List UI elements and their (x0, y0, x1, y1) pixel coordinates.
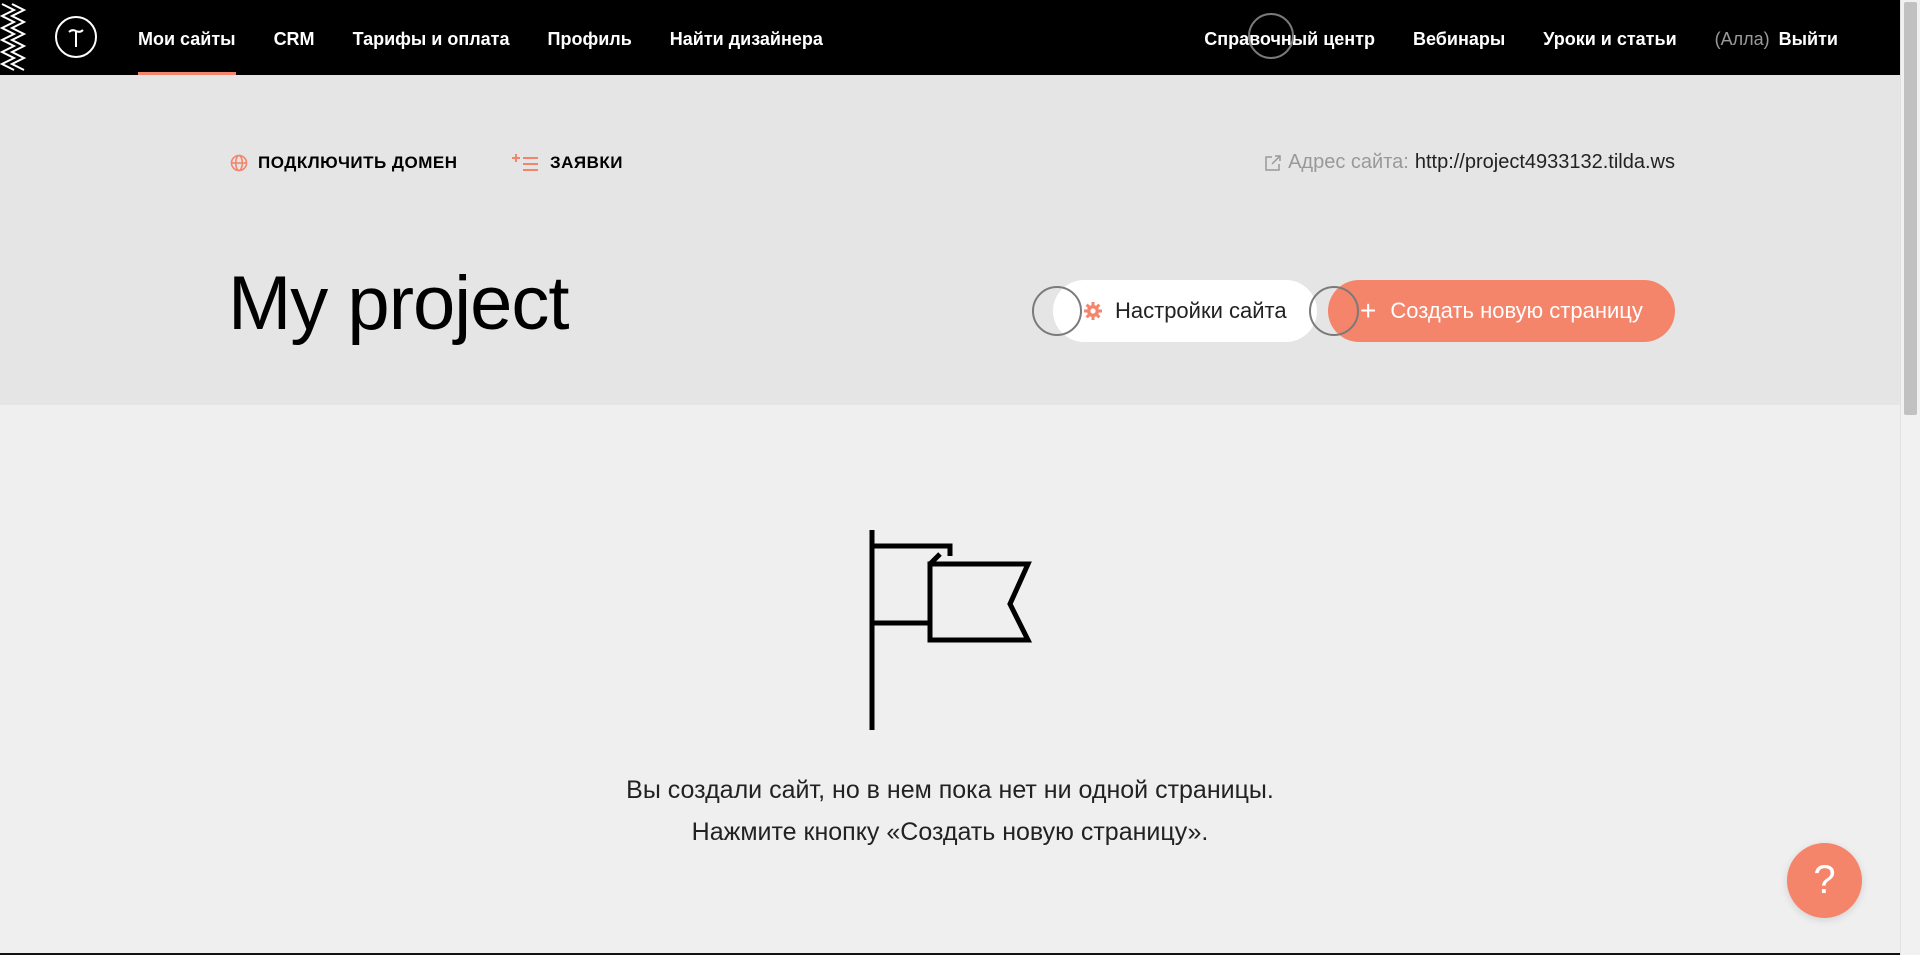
create-page-label: Создать новую страницу (1390, 298, 1643, 323)
requests-label: ЗАЯВКИ (550, 153, 624, 172)
gear-icon (1083, 301, 1103, 321)
requests-link[interactable]: ЗАЯВКИ (512, 153, 623, 173)
main-nav: Мои сайты CRM Тарифы и оплата Профиль На… (138, 0, 861, 75)
flag-icon (869, 530, 1033, 730)
user-name: (Алла) (1714, 29, 1770, 49)
create-page-button[interactable]: + Создать новую страницу (1328, 280, 1675, 342)
connect-domain-label: ПОДКЛЮЧИТЬ ДОМЕН (258, 153, 458, 172)
connect-domain-link[interactable]: ПОДКЛЮЧИТЬ ДОМЕН (230, 153, 458, 173)
logout-link[interactable]: Выйти (1779, 29, 1838, 49)
nav-find-designer[interactable]: Найти дизайнера (670, 0, 823, 75)
nav-pricing[interactable]: Тарифы и оплата (353, 0, 510, 75)
project-header-panel: ПОДКЛЮЧИТЬ ДОМЕН ЗАЯВКИ Адрес сайта: htt… (0, 75, 1900, 405)
nav-crm[interactable]: CRM (274, 0, 315, 75)
top-navigation-bar: Мои сайты CRM Тарифы и оплата Профиль На… (0, 0, 1900, 75)
project-title: My project (228, 261, 570, 346)
nav-user-logout[interactable]: (Алла) Выйти (1715, 0, 1838, 75)
secondary-nav: Справочный центр Вебинары Уроки и статьи… (1166, 0, 1838, 75)
nav-help-center[interactable]: Справочный центр (1204, 0, 1375, 75)
help-button[interactable]: ? (1787, 843, 1862, 918)
page-scrollbar[interactable] (1900, 0, 1920, 955)
nav-webinars[interactable]: Вебинары (1413, 0, 1505, 75)
scrollbar-thumb[interactable] (1904, 2, 1917, 415)
nav-my-sites[interactable]: Мои сайты (138, 0, 236, 75)
external-link-icon (1264, 154, 1282, 172)
site-address-label: Адрес сайта: (1288, 151, 1409, 173)
list-plus-icon (512, 153, 540, 173)
tilda-logo-icon[interactable] (55, 16, 97, 58)
question-icon: ? (1813, 858, 1836, 902)
empty-state-message-2: Нажмите кнопку «Создать новую страницу». (691, 818, 1209, 846)
empty-state-message-1: Вы создали сайт, но в нем пока нет ни од… (626, 776, 1274, 804)
globe-icon (230, 154, 248, 172)
site-address: Адрес сайта: http://project4933132.tilda… (1264, 151, 1675, 174)
nav-profile[interactable]: Профиль (548, 0, 632, 75)
site-settings-label: Настройки сайта (1115, 298, 1287, 323)
site-settings-button[interactable]: Настройки сайта (1053, 280, 1317, 342)
plus-icon: + (1360, 295, 1377, 326)
nav-lessons[interactable]: Уроки и статьи (1543, 0, 1676, 75)
site-address-url[interactable]: http://project4933132.tilda.ws (1415, 151, 1675, 174)
zigzag-decoration-icon (0, 3, 27, 71)
